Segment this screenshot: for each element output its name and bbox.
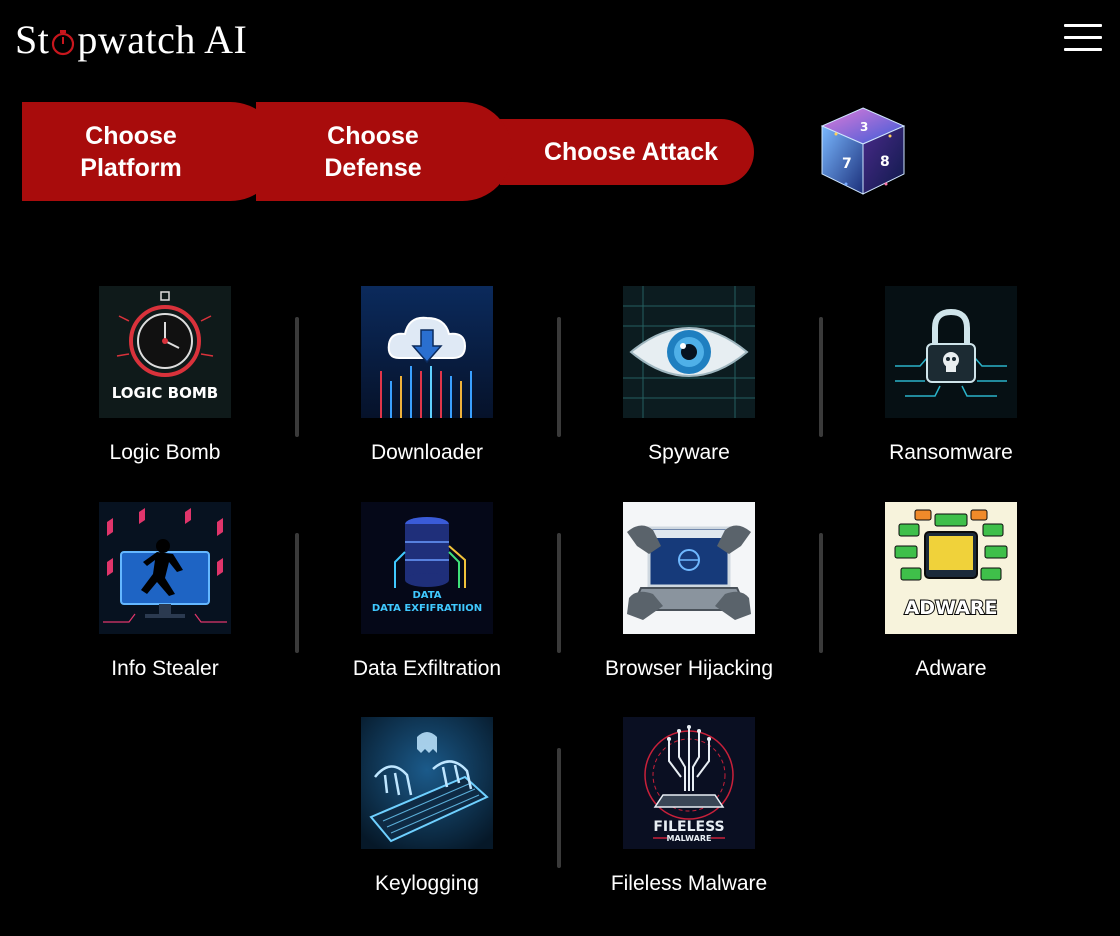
attack-label: Browser Hijacking xyxy=(604,657,774,680)
attack-card-keylogging[interactable]: Keylogging xyxy=(327,717,527,917)
attack-label: Data Exfiltration xyxy=(352,657,502,680)
column-divider xyxy=(819,533,823,653)
fileless-thumb-text-2: MALWARE xyxy=(667,834,712,843)
step-choose-attack[interactable]: Choose Attack xyxy=(500,119,754,185)
step-choose-platform[interactable]: Choose Platform xyxy=(22,102,280,201)
menu-bar xyxy=(1064,36,1102,39)
keylogging-thumbnail xyxy=(361,717,493,849)
attack-card-spyware[interactable]: Spyware xyxy=(589,286,789,486)
data-exfiltration-thumb-text: DATA EXFIFRATIION xyxy=(372,603,482,614)
logo-text-start: St xyxy=(15,17,50,62)
column-divider xyxy=(295,533,299,653)
attack-card-downloader[interactable]: Downloader xyxy=(327,286,527,486)
attack-label: Fileless Malware xyxy=(610,872,768,895)
attack-card-logic-bomb[interactable]: LOGIC BOMB Logic Bomb xyxy=(65,286,265,486)
step-defense-label: Choose Defense xyxy=(324,121,422,182)
attack-card-ransomware[interactable]: Ransomware xyxy=(851,286,1051,486)
column-divider xyxy=(557,317,561,437)
attack-label: Downloader xyxy=(370,441,484,464)
step-platform-label: Choose Platform xyxy=(80,121,182,182)
logic-bomb-thumbnail: LOGIC BOMB xyxy=(99,286,231,418)
fileless-malware-thumbnail: FILELESS MALWARE xyxy=(623,717,755,849)
browser-hijacking-thumbnail xyxy=(623,502,755,634)
attack-card-adware[interactable]: ADWARE Adware xyxy=(851,502,1051,702)
fileless-thumb-text-1: FILELESS xyxy=(653,819,724,835)
hamburger-menu-icon[interactable] xyxy=(1064,24,1102,52)
step-choose-defense[interactable]: Choose Defense xyxy=(256,102,512,201)
attack-label: Spyware xyxy=(648,441,730,464)
app-logo[interactable]: St pwatch AI xyxy=(15,12,247,60)
attack-label: Adware xyxy=(915,657,987,680)
column-divider xyxy=(819,317,823,437)
dice-cube-icon[interactable]: 7 8 3 xyxy=(816,104,910,198)
attack-label: Logic Bomb xyxy=(109,441,221,464)
data-exfiltration-thumbnail: DATA DATA EXFIFRATIION xyxy=(361,502,493,634)
column-divider xyxy=(295,317,299,437)
spyware-thumbnail xyxy=(623,286,755,418)
attack-label: Info Stealer xyxy=(111,657,219,680)
adware-thumbnail: ADWARE xyxy=(885,502,1017,634)
attack-card-fileless-malware[interactable]: FILELESS MALWARE Fileless Malware xyxy=(589,717,789,917)
column-divider xyxy=(557,748,561,868)
attack-card-browser-hijacking[interactable]: Browser Hijacking xyxy=(589,502,789,702)
svg-text:8: 8 xyxy=(880,154,890,170)
attack-label: Ransomware xyxy=(889,441,1013,464)
adware-thumb-text: ADWARE xyxy=(905,597,998,619)
step-attack-label: Choose Attack xyxy=(543,138,719,166)
ransomware-thumbnail xyxy=(885,286,1017,418)
menu-bar xyxy=(1064,48,1102,51)
downloader-thumbnail xyxy=(361,286,493,418)
attack-card-info-stealer[interactable]: Info Stealer xyxy=(65,502,265,702)
logo-text-end: pwatch AI xyxy=(77,17,248,62)
info-stealer-thumbnail xyxy=(99,502,231,634)
attack-label: Keylogging xyxy=(375,872,479,895)
stopwatch-icon xyxy=(50,20,76,60)
logic-bomb-thumb-text: LOGIC BOMB xyxy=(112,384,218,402)
attack-card-data-exfiltration[interactable]: DATA DATA EXFIFRATIION Data Exfiltration xyxy=(327,502,527,702)
svg-text:3: 3 xyxy=(860,120,868,134)
svg-text:7: 7 xyxy=(842,156,852,172)
column-divider xyxy=(557,533,561,653)
svg-text:DATA: DATA xyxy=(412,590,441,601)
menu-bar xyxy=(1064,24,1102,27)
